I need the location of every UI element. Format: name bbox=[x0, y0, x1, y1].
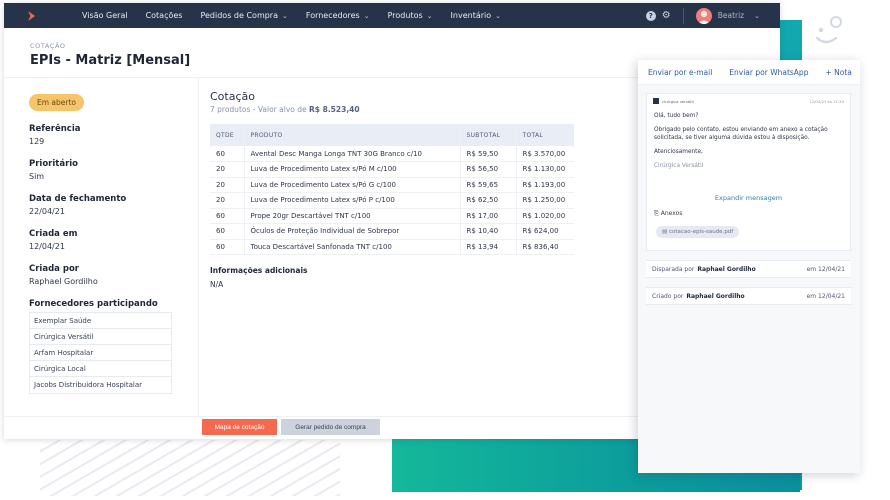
paperclip-icon: ⎘ bbox=[654, 210, 659, 217]
status-badge: Em aberto bbox=[29, 94, 85, 111]
nav-item-cotacoes[interactable]: Cotações bbox=[146, 11, 183, 20]
chevron-down-icon: ⌄ bbox=[426, 11, 433, 20]
gear-icon[interactable]: ⚙ bbox=[662, 10, 671, 21]
quote-subtitle: 7 produtos - Valor alvo de R$ 8.523,40 bbox=[210, 105, 360, 114]
chevron-down-icon: ⌄ bbox=[495, 11, 502, 20]
question-icon[interactable]: ? bbox=[645, 10, 656, 21]
list-item[interactable]: Cirúrgica Local bbox=[30, 361, 171, 377]
generate-order-button[interactable]: Gerar pedido de compra bbox=[281, 419, 380, 435]
send-email-link[interactable]: Enviar por e-mail bbox=[648, 68, 712, 77]
file-icon: ▤ bbox=[662, 229, 668, 235]
email-card: cirúrgica versátil 12/04/21 às 11:34 Olá… bbox=[646, 93, 851, 251]
panel-actions: Enviar por e-mail Enviar por WhatsApp + … bbox=[638, 60, 860, 85]
email-sender: cirúrgica versátil bbox=[662, 98, 694, 104]
list-item[interactable]: Arfam Hospitalar bbox=[30, 345, 171, 361]
field-prioritario: Prioritário Sim bbox=[29, 159, 79, 181]
add-note-link[interactable]: + Nota bbox=[825, 68, 851, 77]
table-row[interactable]: 60 Prope 20gr Descartável TNT c/100 R$ 17,… bbox=[210, 208, 574, 224]
nav-divider bbox=[682, 7, 684, 24]
column-total: TOTAL bbox=[515, 124, 574, 146]
chevron-down-icon: ⌄ bbox=[363, 11, 370, 20]
table-row[interactable]: 60 Avental Desc Manga Longa TNT 30G Branc… bbox=[210, 146, 574, 162]
column-subtotal: SUBTOTAL bbox=[459, 124, 516, 146]
column-produto: PRODUTO bbox=[243, 124, 460, 146]
smiley-icon bbox=[815, 16, 842, 44]
table-row[interactable]: 20 Luva de Procedimento Latex s/Pó G c/10… bbox=[210, 177, 574, 193]
details-column: Em aberto Referência 129 Prioritário Sim… bbox=[4, 78, 199, 416]
table-header-row: QTDE PRODUTO SUBTOTAL TOTAL bbox=[210, 124, 574, 146]
sender-logo-icon bbox=[653, 98, 659, 104]
attachment-chip[interactable]: ▤ cotacao-epis-saude.pdf bbox=[656, 226, 740, 238]
avatar[interactable] bbox=[695, 7, 712, 24]
additional-info-value: N/A bbox=[210, 280, 224, 289]
quote-title: Cotação bbox=[210, 90, 255, 103]
page-eyebrow: COTAÇÃO bbox=[30, 42, 66, 50]
table-row[interactable]: 20 Luva de Procedimento Latex s/Pó P c/10… bbox=[210, 192, 574, 209]
nav-item-produtos[interactable]: Produtos ⌄ bbox=[388, 11, 433, 20]
quote-column: Cotação 7 produtos - Valor alvo de R$ 8.… bbox=[210, 78, 587, 416]
list-item[interactable]: Cirúrgica Versátil bbox=[30, 329, 171, 345]
nav-item-fornecedores[interactable]: Fornecedores ⌄ bbox=[306, 11, 370, 20]
field-data-fechamento: Data de fechamento 22/04/21 bbox=[29, 194, 127, 216]
nav-item-visao-geral[interactable]: Visão Geral bbox=[82, 11, 128, 20]
chevron-down-icon: ⌄ bbox=[282, 11, 288, 20]
field-criada-por: Criada por Raphael Gordilho bbox=[29, 264, 98, 286]
table-row[interactable]: 60 Touca Descartável Sanfonada TNT c/100 R… bbox=[210, 239, 574, 255]
table-row[interactable]: 60 Óculos de Proteção Individual de Sobre… bbox=[210, 223, 574, 240]
activity-panel: Enviar por e-mail Enviar por WhatsApp + … bbox=[638, 60, 860, 473]
field-criada-em: Criada em 12/04/21 bbox=[29, 229, 78, 251]
nav-user-area: ? ⚙ Beatriz ⌄ bbox=[645, 3, 780, 28]
products-table: QTDE PRODUTO SUBTOTAL TOTAL 60 Avental De… bbox=[210, 124, 574, 255]
send-whatsapp-link[interactable]: Enviar por WhatsApp bbox=[729, 68, 808, 77]
brand-logo-icon[interactable] bbox=[26, 5, 48, 27]
nav-item-pedidos-de-compra[interactable]: Pedidos de Compra ⌄ bbox=[200, 11, 287, 20]
supplier-list: Exemplar Saúde Cirúrgica Versátil Arfam … bbox=[29, 312, 172, 394]
list-item[interactable]: Exemplar Saúde bbox=[30, 313, 171, 329]
nav-item-inventario[interactable]: Inventário ⌄ bbox=[451, 11, 501, 20]
decorative-stripes bbox=[40, 440, 340, 496]
quote-map-button[interactable]: Mapa de cotação bbox=[202, 419, 277, 435]
additional-info-label: Informações adicionais bbox=[210, 266, 308, 275]
list-item[interactable]: Jacobs Distribuidora Hospitalar bbox=[30, 377, 171, 393]
column-qtde: QTDE bbox=[210, 124, 244, 146]
top-navigation: Visão Geral Cotações Pedidos de Compra ⌄ … bbox=[4, 3, 780, 28]
field-referencia: Referência 129 bbox=[29, 124, 81, 146]
field-fornecedores: Fornecedores participando Exemplar Saúde… bbox=[29, 299, 198, 394]
target-value: R$ 8.523,40 bbox=[309, 105, 360, 114]
email-date: 12/04/21 às 11:34 bbox=[809, 98, 844, 104]
user-name[interactable]: Beatriz bbox=[718, 11, 744, 20]
attachments-label: ⎘ Anexos bbox=[654, 210, 683, 217]
activity-log-row: Criado por Raphael Gordilho em 12/04/21 bbox=[646, 287, 851, 305]
activity-log-row: Disparada por Raphael Gordilho em 12/04/2… bbox=[646, 260, 851, 278]
table-row[interactable]: 20 Luva de Procedimento Latex s/Pó M c/10… bbox=[210, 161, 574, 178]
expand-message-link[interactable]: Expandir mensagem bbox=[647, 194, 850, 202]
email-body: Olá, tudo bem? Obrigado pelo contato, es… bbox=[654, 113, 828, 169]
chevron-down-icon[interactable]: ⌄ bbox=[754, 12, 760, 20]
email-header: cirúrgica versátil 12/04/21 às 11:34 bbox=[647, 94, 850, 108]
